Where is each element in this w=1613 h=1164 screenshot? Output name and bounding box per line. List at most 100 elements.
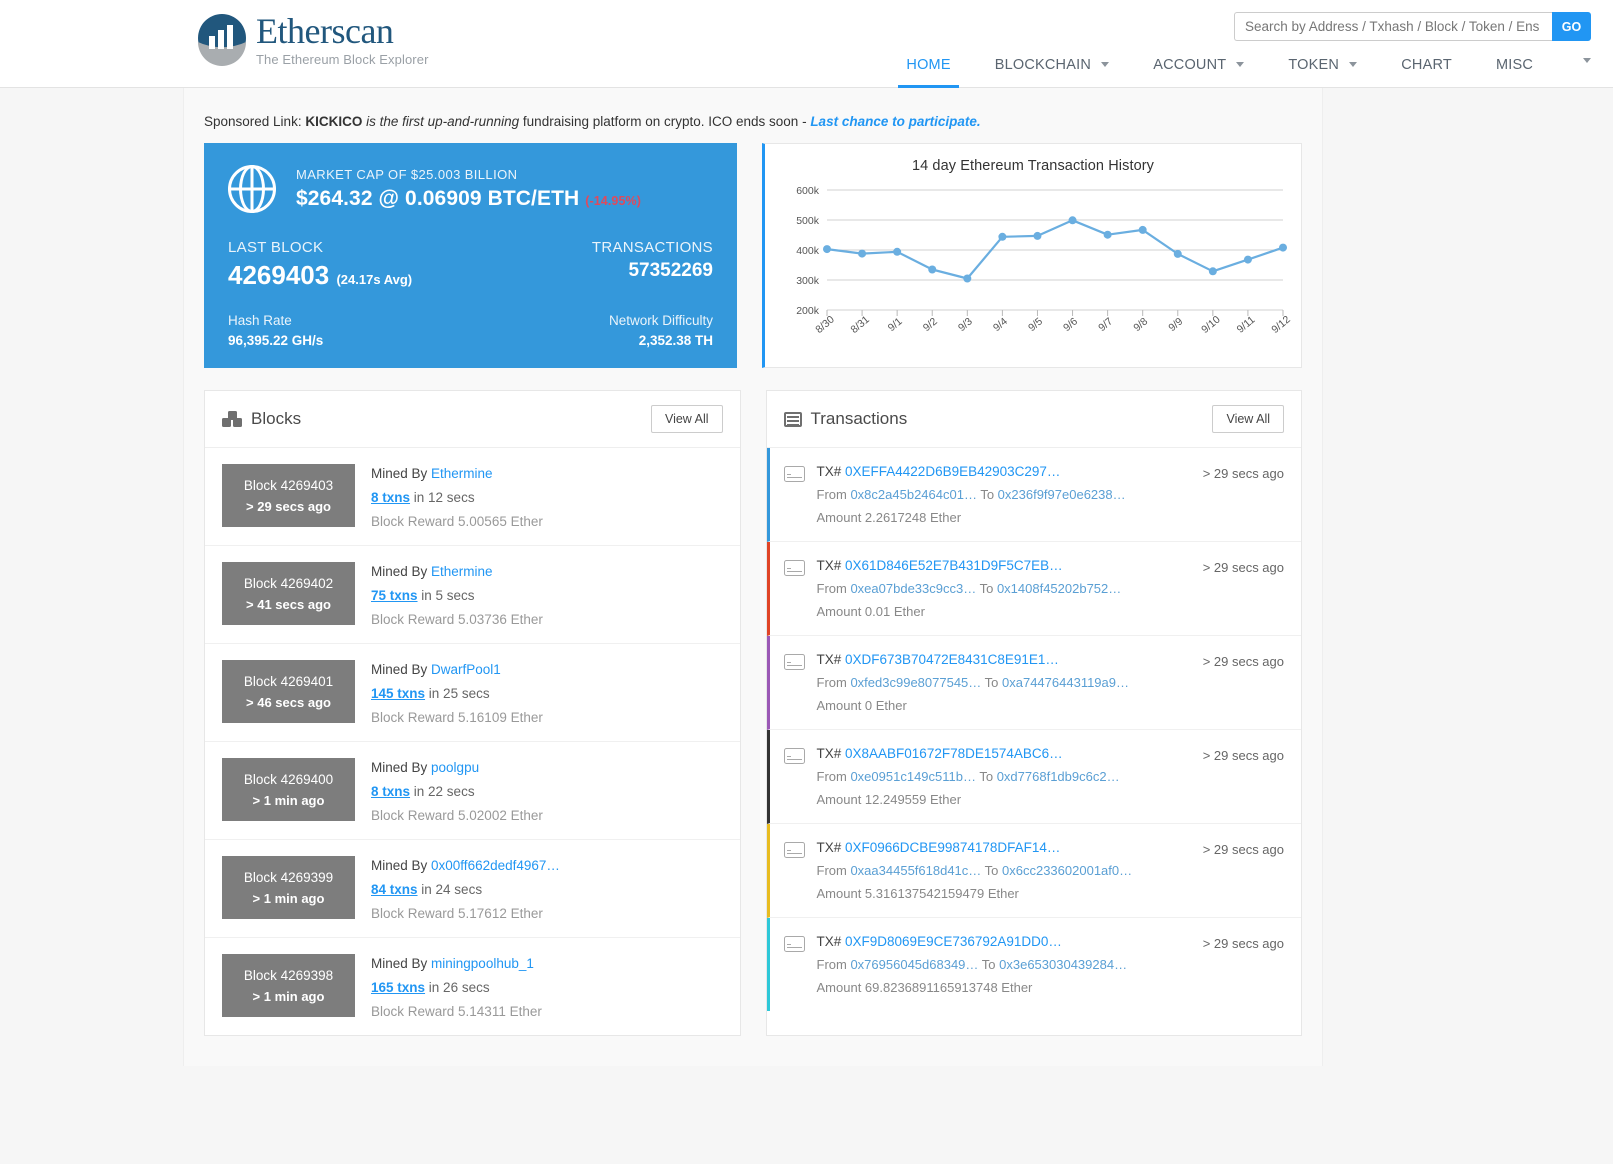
transaction-addresses-line: From 0xaa34455f618d41c… To 0x6cc23360200… — [817, 863, 1133, 878]
block-txns-link[interactable]: 75 txns — [371, 588, 418, 603]
mined-by-label: Mined By — [371, 662, 432, 677]
etherscan-logo-icon — [194, 12, 250, 68]
transaction-content: TX# 0XEFFA4422D6B9EB42903C297… From 0x8c2… — [783, 464, 1126, 525]
blocks-list: Block 4269403 > 29 secs ago Mined By Ether… — [205, 448, 740, 1035]
search-input[interactable] — [1234, 12, 1552, 41]
transactions-panel-title-group: Transactions — [783, 409, 908, 429]
from-address-link[interactable]: 0xfed3c99e8077545… — [850, 675, 981, 690]
transaction-icon — [783, 466, 805, 482]
transactions-panel: Transactions View All TX# 0XEFFA4422D6B9… — [765, 390, 1302, 1036]
transaction-hash-line: TX# 0X61D846E52E7B431D9F5C7EB… — [817, 558, 1122, 573]
block-number: Block 4269400 — [243, 771, 334, 787]
block-time: in 24 secs — [417, 882, 483, 897]
from-address-link[interactable]: 0x8c2a45b2464c01… — [850, 487, 977, 502]
block-txns-link[interactable]: 8 txns — [371, 490, 410, 505]
nav-item-token[interactable]: TOKEN — [1266, 50, 1379, 88]
main-navigation: HOME BLOCKCHAIN ACCOUNT TOKEN CHART MISC — [884, 50, 1591, 88]
block-badge[interactable]: Block 4269401 > 46 secs ago — [222, 660, 355, 723]
block-row[interactable]: Block 4269399 > 1 min ago Mined By 0x00ff6… — [205, 840, 740, 938]
to-address-link[interactable]: 0xa74476443119a9… — [1002, 675, 1129, 690]
block-miner-link[interactable]: poolgpu — [431, 760, 479, 775]
block-badge[interactable]: Block 4269403 > 29 secs ago — [222, 464, 355, 527]
block-time: in 25 secs — [425, 686, 490, 701]
from-address-link[interactable]: 0xea07bde33c9cc3… — [850, 581, 976, 596]
chart-title: 14 day Ethereum Transaction History — [911, 158, 1155, 174]
transactions-label: TRANSACTIONS — [591, 239, 713, 256]
to-address-link[interactable]: 0x1408f45202b752… — [997, 581, 1121, 596]
transaction-row[interactable]: TX# 0XEFFA4422D6B9EB42903C297… From 0x8c2… — [766, 448, 1301, 542]
block-txns-link[interactable]: 8 txns — [371, 784, 410, 799]
transaction-hash-link[interactable]: 0XEFFA4422D6B9EB42903C297… — [845, 464, 1060, 479]
nav-item-home[interactable]: HOME — [884, 50, 972, 88]
block-miner-link[interactable]: Ethermine — [431, 564, 493, 579]
svg-text:8/31: 8/31 — [848, 313, 871, 335]
sponsored-prefix: Sponsored Link: — [204, 114, 306, 129]
transactions-panel-title: Transactions — [810, 409, 908, 428]
nav-more-chevron-icon[interactable] — [1583, 58, 1591, 63]
last-block-avg: (24.17s Avg) — [336, 272, 413, 287]
transactions-value: 57352269 — [628, 260, 713, 281]
block-badge[interactable]: Block 4269402 > 41 secs ago — [222, 562, 355, 625]
transaction-hash-link[interactable]: 0XF0966DCBE99874178DFAF14… — [845, 840, 1060, 855]
from-address-link[interactable]: 0xaa34455f618d41c… — [850, 863, 981, 878]
blocks-panel: Blocks View All Block 4269403 > 29 secs a… — [204, 390, 741, 1036]
transactions-view-all-button[interactable]: View All — [1212, 405, 1284, 433]
block-row[interactable]: Block 4269398 > 1 min ago Mined By miningp… — [205, 938, 740, 1035]
nav-item-account[interactable]: ACCOUNT — [1131, 50, 1266, 88]
to-label: To — [981, 863, 1003, 878]
from-address-link[interactable]: 0x76956045d68349… — [850, 957, 978, 972]
eth-price-value: $264.32 @ 0.06909 BTC/ETH — [296, 187, 580, 210]
block-miner-link[interactable]: DwarfPool1 — [431, 662, 501, 677]
to-address-link[interactable]: 0x236f9f97e0e6238… — [998, 487, 1126, 502]
nav-item-chart[interactable]: CHART — [1379, 50, 1474, 88]
transaction-hash-link[interactable]: 0X8AABF01672F78DE1574ABC6… — [845, 746, 1063, 761]
transaction-row[interactable]: TX# 0XF9D8069E9CE736792A91DD0… From 0x769… — [766, 918, 1302, 1011]
last-block-label: LAST BLOCK — [228, 239, 324, 256]
block-txns-line: 145 txns in 25 secs — [371, 686, 543, 701]
site-logo[interactable]: Etherscan The Ethereum Block Explorer — [194, 12, 429, 68]
transaction-hash-link[interactable]: 0XDF673B70472E8431C8E91E1… — [845, 652, 1059, 667]
block-miner-link[interactable]: Ethermine — [431, 466, 493, 481]
page-content: Sponsored Link: KICKICO is the first up-… — [183, 88, 1323, 1066]
to-label: To — [978, 957, 1000, 972]
block-miner-link[interactable]: 0x00ff662dedf4967… — [431, 858, 560, 873]
block-txns-link[interactable]: 165 txns — [371, 980, 425, 995]
from-address-link[interactable]: 0xe0951c149c511b… — [850, 769, 976, 784]
sponsored-cta-link[interactable]: Last chance to participate. — [810, 114, 980, 129]
nav-item-blockchain[interactable]: BLOCKCHAIN — [973, 50, 1132, 88]
block-txns-line: 75 txns in 5 secs — [371, 588, 543, 603]
from-label: From — [816, 581, 851, 596]
transaction-row[interactable]: TX# 0X8AABF01672F78DE1574ABC6… From 0xe09… — [766, 730, 1301, 824]
sponsored-italic: is the first up-and-running — [362, 114, 520, 129]
block-badge[interactable]: Block 4269398 > 1 min ago — [222, 954, 355, 1017]
transaction-hash-link[interactable]: 0XF9D8069E9CE736792A91DD0… — [845, 934, 1062, 949]
block-txns-link[interactable]: 84 txns — [371, 882, 418, 897]
from-label: From — [816, 675, 851, 690]
block-row[interactable]: Block 4269403 > 29 secs ago Mined By Ether… — [205, 448, 740, 546]
transaction-row[interactable]: TX# 0XF0966DCBE99874178DFAF14… From 0xaa3… — [766, 824, 1301, 918]
last-block-value: 4269403 (24.17s Avg) — [228, 260, 412, 291]
block-row[interactable]: Block 4269400 > 1 min ago Mined By poolgpu… — [205, 742, 740, 840]
transaction-content: TX# 0X8AABF01672F78DE1574ABC6… From 0xe09… — [783, 746, 1120, 807]
transaction-row[interactable]: TX# 0XDF673B70472E8431C8E91E1… From 0xfed… — [766, 636, 1301, 730]
to-address-link[interactable]: 0x6cc233602001af0… — [1002, 863, 1132, 878]
blocks-view-all-button[interactable]: View All — [650, 405, 723, 433]
block-tx-stats: LAST BLOCK 4269403 (24.17s Avg) TRANSACT… — [228, 239, 713, 291]
search-go-button[interactable]: GO — [1552, 12, 1591, 41]
transaction-hash-link[interactable]: 0X61D846E52E7B431D9F5C7EB… — [845, 558, 1063, 573]
transaction-row[interactable]: TX# 0X61D846E52E7B431D9F5C7EB… From 0xea0… — [766, 542, 1301, 636]
svg-text:9/9: 9/9 — [1166, 315, 1185, 334]
from-label: From — [816, 863, 851, 878]
block-txns-link[interactable]: 145 txns — [371, 686, 425, 701]
to-address-link[interactable]: 0x3e653030439284… — [999, 957, 1127, 972]
block-time: in 22 secs — [410, 784, 475, 799]
hash-rate-value: 96,395.22 GH/s — [228, 333, 324, 348]
nav-item-misc[interactable]: MISC — [1474, 50, 1555, 88]
to-address-link[interactable]: 0xd7768f1db9c6c2… — [997, 769, 1120, 784]
block-badge[interactable]: Block 4269399 > 1 min ago — [222, 856, 355, 919]
block-badge[interactable]: Block 4269400 > 1 min ago — [222, 758, 355, 821]
block-row[interactable]: Block 4269401 > 46 secs ago Mined By Dwarf… — [205, 644, 740, 742]
transaction-hash-line: TX# 0XF9D8069E9CE736792A91DD0… — [817, 934, 1128, 949]
block-row[interactable]: Block 4269402 > 41 secs ago Mined By Ether… — [205, 546, 740, 644]
block-miner-link[interactable]: miningpoolhub_1 — [431, 956, 534, 971]
